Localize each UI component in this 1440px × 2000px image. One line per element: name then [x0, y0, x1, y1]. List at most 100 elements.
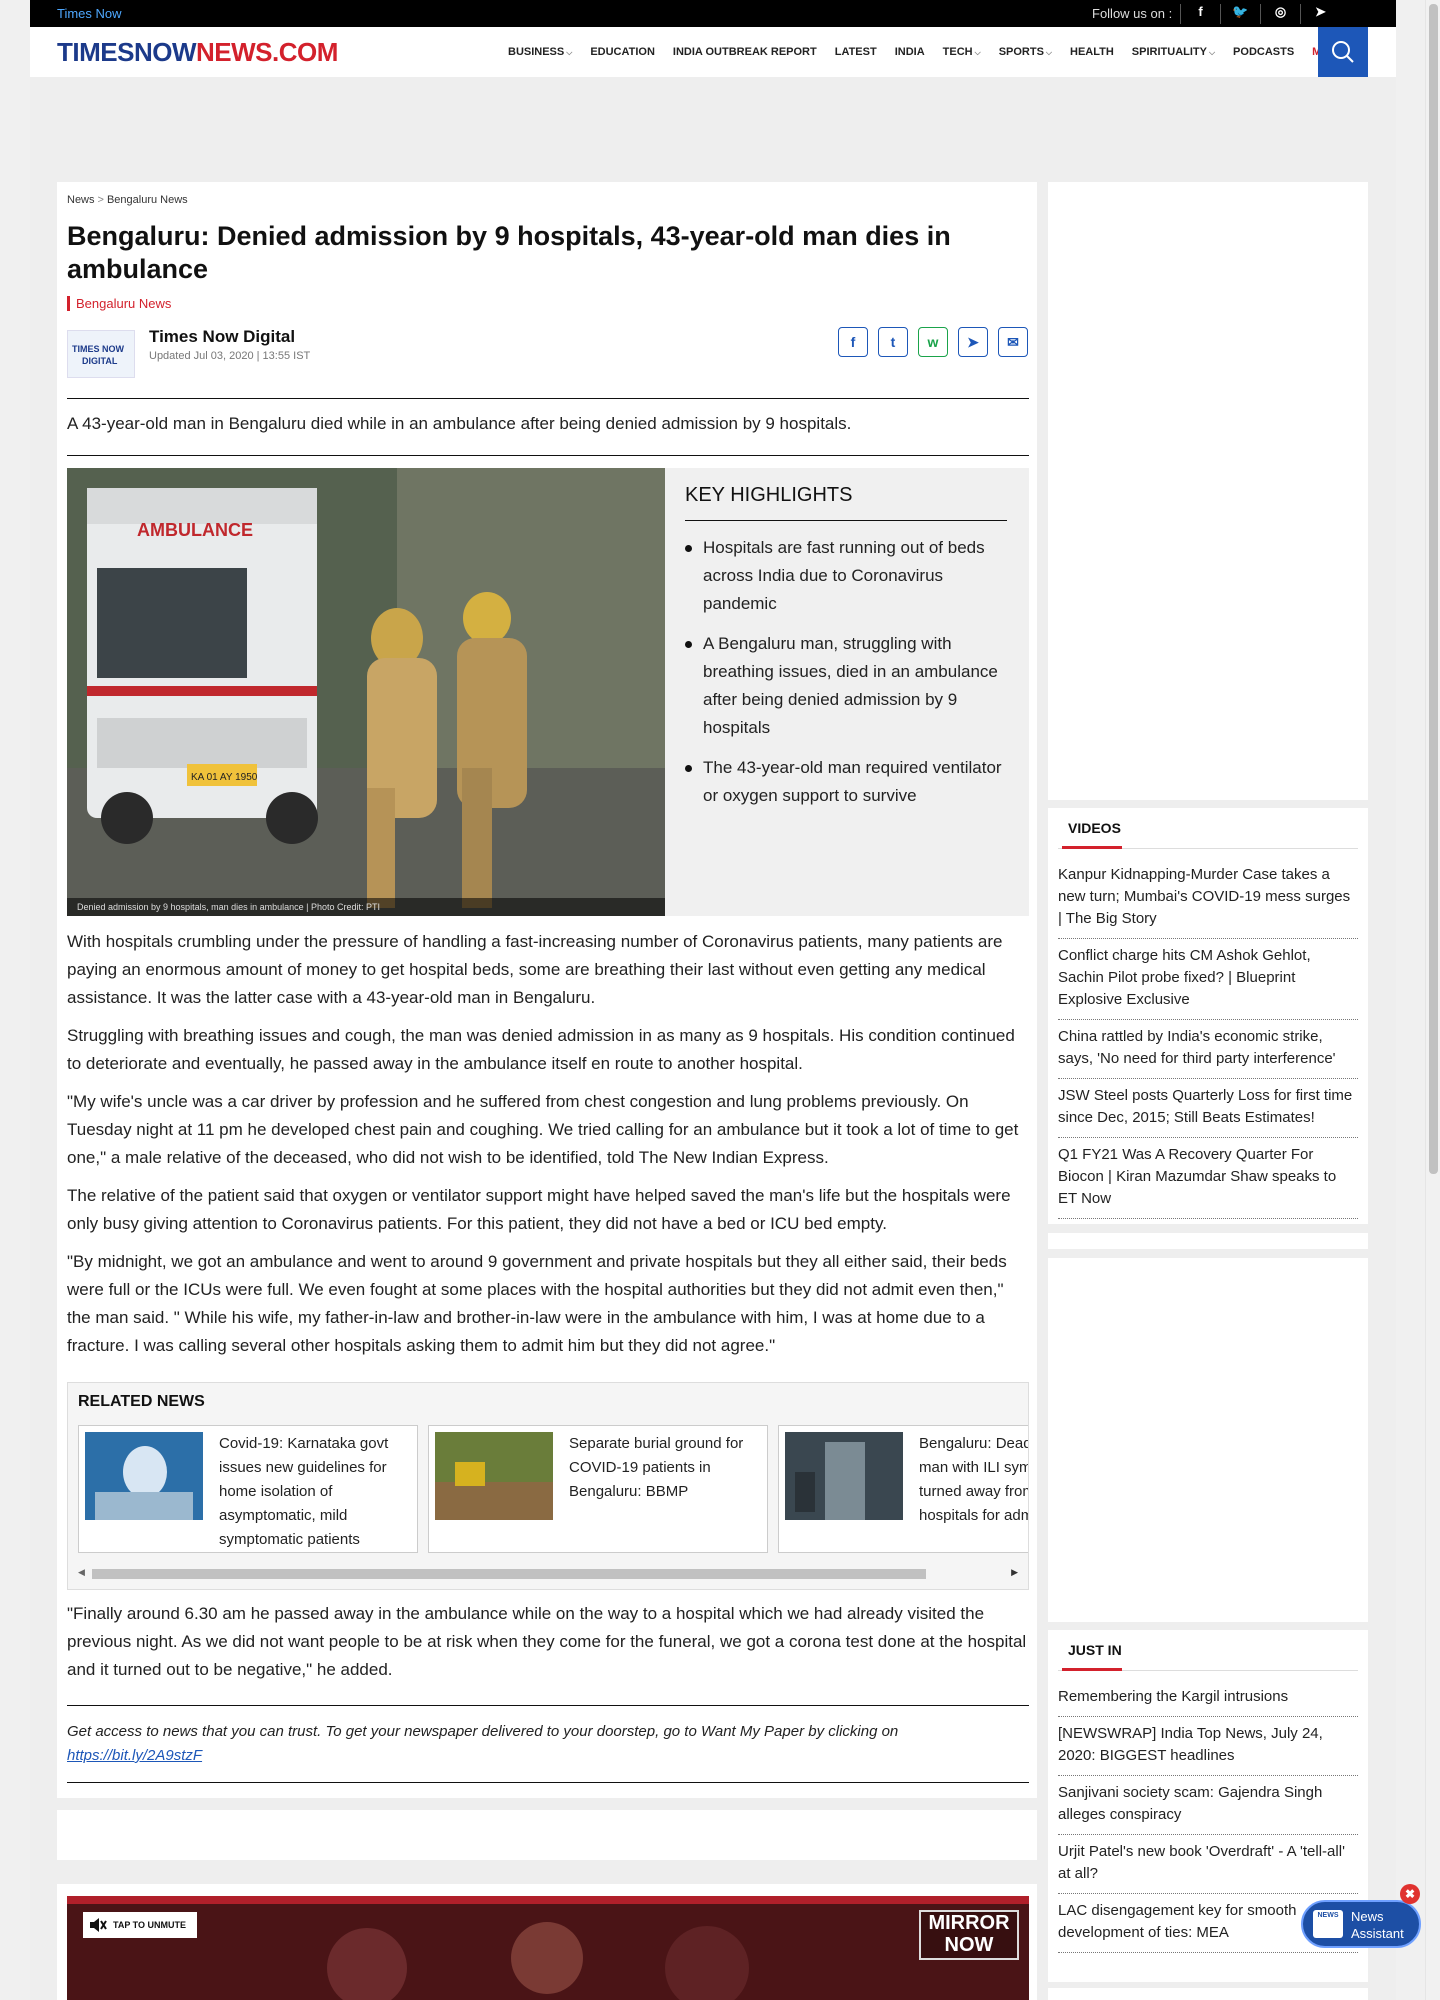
share-telegram-icon[interactable]: ➤: [958, 327, 988, 357]
author-logo-line2: DIGITAL: [82, 356, 118, 366]
article-paragraph: Struggling with breathing issues and cou…: [67, 1026, 1015, 1073]
scroll-right-icon[interactable]: ▶: [1011, 1567, 1018, 1578]
article-body: With hospitals crumbling under the press…: [67, 928, 1029, 1370]
category-link[interactable]: Bengaluru News: [67, 296, 171, 311]
share-twitter-icon[interactable]: t: [878, 327, 908, 357]
nav-item-tech[interactable]: TECH ⌵: [943, 46, 981, 58]
divider: [67, 455, 1029, 456]
video-link[interactable]: China rattled by India's economic strike…: [1058, 1020, 1358, 1079]
key-highlights: KEY HIGHLIGHTS Hospitals are fast runnin…: [665, 468, 1029, 916]
just-in-title: JUST IN: [1068, 1642, 1122, 1658]
sidebar-ad: [1048, 182, 1368, 800]
related-news-card[interactable]: Bengaluru: Dead body of man with ILI sym…: [778, 1425, 1028, 1553]
author-logo-line1: TIMES NOW: [72, 344, 124, 354]
divider: [67, 398, 1029, 399]
video-link[interactable]: Q1 FY21 Was A Recovery Quarter For Bioco…: [1058, 1138, 1358, 1219]
just-in-link[interactable]: [NEWSWRAP] India Top News, July 24, 2020…: [1058, 1717, 1358, 1776]
image-caption: Denied admission by 9 hospitals, man die…: [67, 898, 665, 916]
videos-title: VIDEOS: [1068, 820, 1121, 836]
related-news-scrollbar[interactable]: ◀ ▶: [78, 1567, 1018, 1579]
photo-plate-text: KA 01 AY 1950: [191, 772, 258, 783]
nav-item-india[interactable]: INDIA: [895, 46, 925, 58]
sidebar-ad-bottom: [1048, 1988, 1368, 2000]
video-player-box: TAP TO UNMUTE MIRROR NOW: [57, 1884, 1037, 2000]
divider: [67, 1782, 1029, 1783]
related-thumb-burial: [435, 1432, 553, 1520]
chevron-down-icon: ⌵: [566, 48, 573, 57]
scroll-left-icon[interactable]: ◀: [78, 1567, 85, 1578]
key-highlights-title: KEY HIGHLIGHTS: [685, 484, 853, 506]
video-link[interactable]: Conflict charge hits CM Ashok Gehlot, Sa…: [1058, 939, 1358, 1020]
key-highlight-item: The 43-year-old man required ventilator …: [685, 754, 1015, 810]
site-link[interactable]: Times Now: [57, 6, 122, 21]
breadcrumb: News > Bengaluru News: [67, 194, 188, 206]
nav-item-health[interactable]: HEALTH: [1070, 46, 1114, 58]
tap-to-unmute-button[interactable]: TAP TO UNMUTE: [83, 1912, 197, 1938]
nav-item-podcasts[interactable]: PODCASTS: [1233, 46, 1294, 58]
article-paragraph: With hospitals crumbling under the press…: [67, 932, 1003, 1007]
telegram-icon[interactable]: ➤: [1300, 4, 1340, 24]
tap-to-unmute-label: TAP TO UNMUTE: [113, 1920, 187, 1930]
video-player[interactable]: TAP TO UNMUTE MIRROR NOW: [67, 1896, 1029, 2000]
article-paragraph: "By midnight, we got an ambulance and we…: [67, 1252, 1007, 1355]
twitter-icon[interactable]: 🐦: [1220, 4, 1260, 24]
scroll-thumb[interactable]: [92, 1569, 926, 1579]
nav-item-label: LATEST: [834, 46, 877, 58]
newspaper-note: Get access to news that you can trust. T…: [67, 1720, 907, 1768]
article-card: News > Bengaluru News Bengaluru: Denied ad…: [57, 182, 1037, 1798]
nav-item-education[interactable]: EDUCATION: [590, 46, 655, 58]
breadcrumb-bengaluru[interactable]: Bengaluru News: [107, 194, 188, 206]
video-frame-art: [67, 1898, 1029, 2000]
share-facebook-icon[interactable]: f: [838, 327, 868, 357]
related-thumb-hospital: [785, 1432, 903, 1520]
logo-part2: NEWS.COM: [196, 37, 338, 67]
nav-item-label: EDUCATION: [590, 46, 655, 58]
breadcrumb-news[interactable]: News: [67, 194, 95, 206]
nav-item-business[interactable]: BUSINESS ⌵: [508, 46, 572, 58]
search-icon: [1332, 41, 1354, 63]
videos-list: Kanpur Kidnapping-Murder Case takes a ne…: [1058, 858, 1358, 1219]
site-logo[interactable]: TIMESNOWNEWS.COM: [57, 37, 338, 68]
nav-item-label: HEALTH: [1070, 46, 1114, 58]
article-summary: A 43-year-old man in Bengaluru died whil…: [67, 414, 852, 433]
author-logo: TIMES NOW DIGITAL: [67, 330, 135, 378]
video-link[interactable]: JSW Steel posts Quarterly Loss for first…: [1058, 1079, 1358, 1138]
instagram-icon[interactable]: ◎: [1260, 4, 1300, 24]
author-name[interactable]: Times Now Digital: [149, 327, 295, 347]
related-news-card[interactable]: Covid-19: Karnataka govt issues new guid…: [78, 1425, 418, 1553]
related-thumb-ppe: [85, 1432, 203, 1520]
page-scrollbar[interactable]: [1425, 0, 1440, 2000]
want-my-paper-link[interactable]: https://bit.ly/2A9stzF: [67, 1747, 202, 1764]
related-news-title-text: Separate burial ground for COVID-19 pati…: [569, 1435, 744, 1500]
ad-strip: [57, 1810, 1037, 1860]
just-in-link[interactable]: Urjit Patel's new book 'Overdraft' - A '…: [1058, 1835, 1358, 1894]
key-highlight-item: Hospitals are fast running out of beds a…: [685, 534, 1015, 618]
channel-logo-line1: MIRROR: [928, 1912, 1010, 1934]
related-news-title-text: Covid-19: Karnataka govt issues new guid…: [219, 1435, 389, 1548]
nav-item-label: PODCASTS: [1233, 46, 1295, 58]
page-scrollbar-thumb[interactable]: [1429, 4, 1438, 1174]
main-nav: TIMESNOWNEWS.COM BUSINESS ⌵ EDUCATION INDIA…: [30, 27, 1396, 77]
just-in-link[interactable]: Remembering the Kargil intrusions: [1058, 1680, 1358, 1717]
related-news-card[interactable]: Separate burial ground for COVID-19 pati…: [428, 1425, 768, 1553]
related-news: RELATED NEWS Covid-19: Karnataka govt is…: [67, 1382, 1029, 1590]
nav-item-sports[interactable]: SPORTS ⌵: [999, 46, 1052, 58]
key-highlights-list: Hospitals are fast running out of beds a…: [685, 534, 1015, 822]
mute-icon: [90, 1918, 107, 1932]
news-assistant-button[interactable]: NEWS News Assistant: [1301, 1900, 1421, 1948]
video-link[interactable]: Kanpur Kidnapping-Murder Case takes a ne…: [1058, 858, 1358, 939]
facebook-icon[interactable]: f: [1180, 4, 1220, 24]
share-whatsapp-icon[interactable]: w: [918, 327, 948, 357]
close-icon[interactable]: ✖: [1400, 1884, 1420, 1904]
sidebar-ad-small: [1048, 1233, 1368, 1249]
nav-item-label: SPIRITUALITY: [1131, 46, 1207, 58]
nav-menu: BUSINESS ⌵ EDUCATION INDIA OUTBREAK REPORT L…: [508, 27, 1370, 77]
news-assistant-label-line2: Assistant: [1351, 1926, 1404, 1941]
search-button[interactable]: [1318, 27, 1368, 77]
nav-item-label: BUSINESS: [508, 46, 565, 58]
just-in-link[interactable]: Sanjivani society scam: Gajendra Singh a…: [1058, 1776, 1358, 1835]
nav-item-india-outbreak-report[interactable]: INDIA OUTBREAK REPORT: [673, 46, 817, 58]
share-email-icon[interactable]: ✉: [998, 327, 1028, 357]
nav-item-spirituality[interactable]: SPIRITUALITY ⌵: [1132, 46, 1215, 58]
nav-item-latest[interactable]: LATEST: [835, 46, 877, 58]
